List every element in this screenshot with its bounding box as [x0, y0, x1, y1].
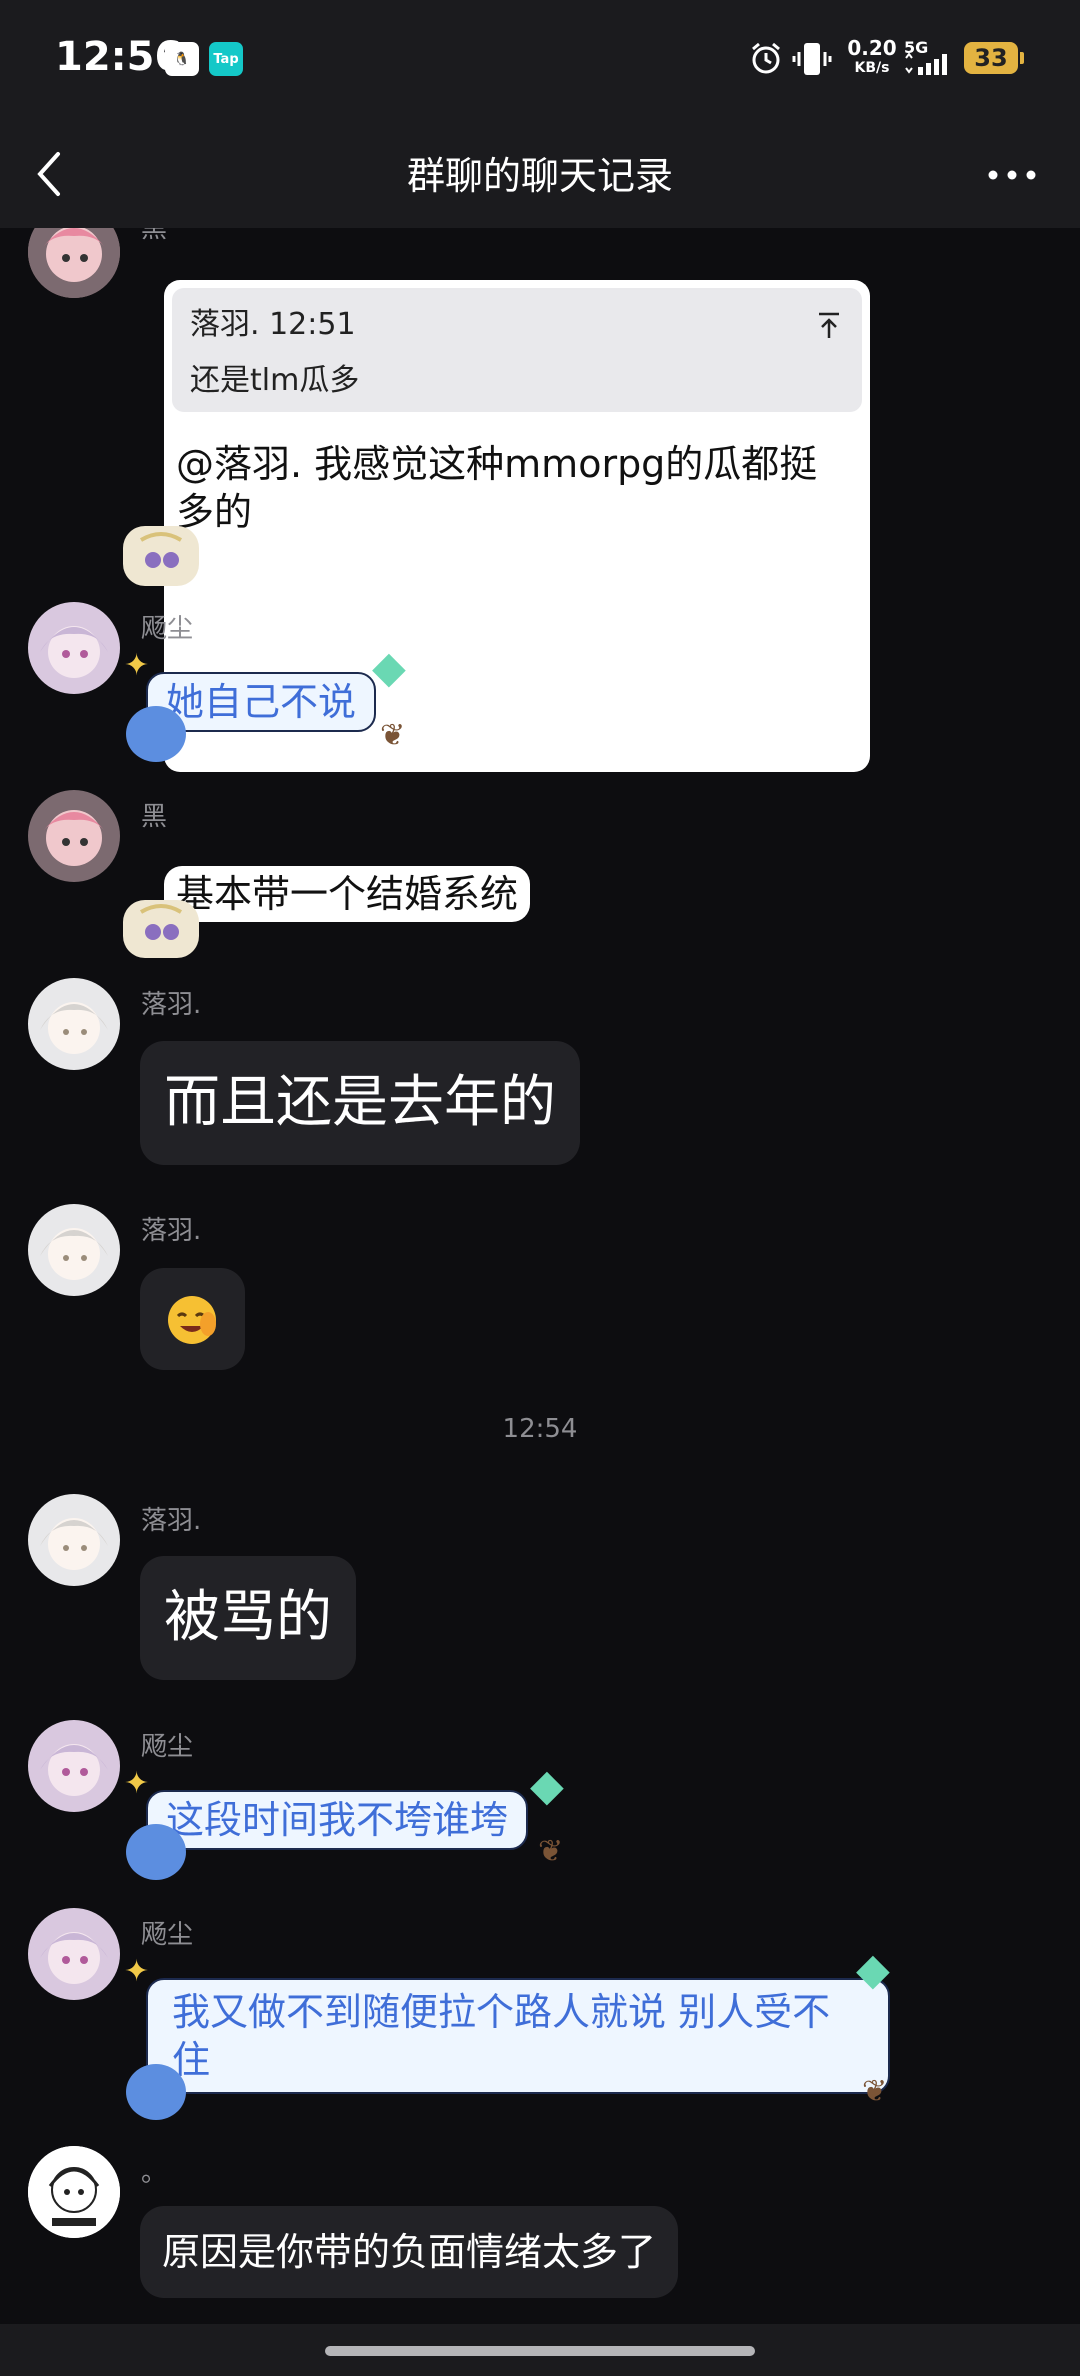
avatar-hei-image [28, 790, 120, 882]
sparkle-icon: ✦ [124, 1954, 150, 1989]
sender-name: 黑 [141, 228, 168, 244]
sender-name: 。 [141, 2158, 168, 2188]
battery-tip [1020, 52, 1024, 64]
message-bubble[interactable]: 我又做不到随便拉个路人就说 别人受不住 [146, 1978, 890, 2094]
avatar-luoyu-image [28, 1204, 120, 1296]
sender-name: 飏尘 [141, 1920, 194, 1950]
bubble-decoration-icon [123, 526, 199, 586]
sparkle-icon: ✦ [124, 1766, 150, 1801]
avatar-hei[interactable] [28, 228, 120, 298]
leaf-icon: ❦ [862, 2074, 888, 2109]
qq-icon: 🐧 [165, 42, 199, 76]
avatar-yangchen-image [28, 602, 120, 694]
app-bar: 群聊的聊天记录 [0, 120, 1080, 228]
message-bubble[interactable]: 被骂的 [140, 1556, 356, 1680]
avatar-yangchen[interactable] [28, 1908, 120, 2000]
avatar-hei-image [28, 228, 120, 298]
mascot-icon [126, 706, 186, 762]
chat-list[interactable]: 黑 落羽. 12:51 还是tlm瓜多 @落羽. 我感觉这种mmorpg的瓜都挺… [0, 228, 1080, 2324]
avatar-luoyu[interactable] [28, 1204, 120, 1296]
message-bubble[interactable]: 基本带一个结婚系统 [164, 866, 531, 922]
sender-name: 落羽. [141, 1216, 202, 1246]
leaf-icon: ❦ [380, 718, 406, 753]
alarm-icon [752, 42, 780, 74]
bubble-decoration-icon [123, 900, 199, 958]
sender-name: 黑 [141, 802, 168, 832]
quote-meta: 落羽. 12:51 [190, 307, 356, 342]
avatar-luoyu[interactable] [28, 978, 120, 1070]
message-bubble[interactable]: 而且还是去年的 [140, 1041, 580, 1165]
battery-level: 33 [974, 44, 1008, 72]
avatar-yangchen[interactable] [28, 602, 120, 694]
sparkle-icon: ✦ [124, 648, 150, 683]
sender-name: 飏尘 [141, 1732, 194, 1762]
sender-name: 落羽. [141, 990, 202, 1020]
message-bubble[interactable] [140, 1268, 245, 1370]
crystal-icon: ◆ [856, 1944, 890, 1995]
laughing-emoji-icon [168, 1296, 216, 1344]
jump-to-top-icon[interactable] [814, 310, 844, 340]
status-bar: 12:56 🐧 Tap 0.20 KB/s 5G 33 [0, 0, 1080, 120]
net-speed-value: 0.20 [847, 36, 897, 60]
avatar-dot[interactable] [28, 2146, 120, 2238]
taptap-icon: Tap [209, 42, 243, 76]
bottom-bar [0, 2324, 1080, 2376]
home-indicator[interactable] [325, 2346, 755, 2356]
message-bubble[interactable]: 原因是你带的负面情绪太多了 [140, 2206, 679, 2298]
more-options-icon[interactable] [984, 160, 1040, 190]
net-speed-unit: KB/s [854, 60, 890, 76]
quote-text: 还是tlm瓜多 [190, 363, 360, 398]
avatar-yangchen-image [28, 1720, 120, 1812]
status-time: 12:56 [55, 34, 183, 80]
message-bubble[interactable]: 这段时间我不垮谁垮 [146, 1790, 529, 1850]
sender-name: 落羽. [141, 1506, 202, 1536]
avatar-luoyu-image [28, 1494, 120, 1586]
vibrate-icon [792, 43, 832, 75]
mascot-icon [126, 2064, 186, 2120]
avatar-hei[interactable] [28, 790, 120, 882]
avatar-yangchen-image [28, 1908, 120, 2000]
mascot-icon [126, 1824, 186, 1880]
avatar-yangchen[interactable] [28, 1720, 120, 1812]
message-text: @落羽. 我感觉这种mmorpg的瓜都挺多的 [176, 442, 818, 534]
battery-icon: 33 [964, 42, 1018, 74]
sender-name: 飏尘 [141, 614, 194, 644]
signal-icon [905, 52, 947, 75]
avatar-luoyu[interactable] [28, 1494, 120, 1586]
crystal-icon: ◆ [530, 1760, 564, 1811]
crystal-icon: ◆ [372, 642, 406, 693]
net-speed: 0.20 KB/s [846, 38, 898, 78]
avatar-dot-image [28, 2146, 120, 2238]
time-divider: 12:54 [502, 1414, 578, 1444]
page-title: 群聊的聊天记录 [406, 154, 673, 198]
reply-quote[interactable]: 落羽. 12:51 还是tlm瓜多 [172, 288, 862, 412]
avatar-luoyu-image [28, 978, 120, 1070]
leaf-icon: ❦ [538, 1834, 564, 1869]
